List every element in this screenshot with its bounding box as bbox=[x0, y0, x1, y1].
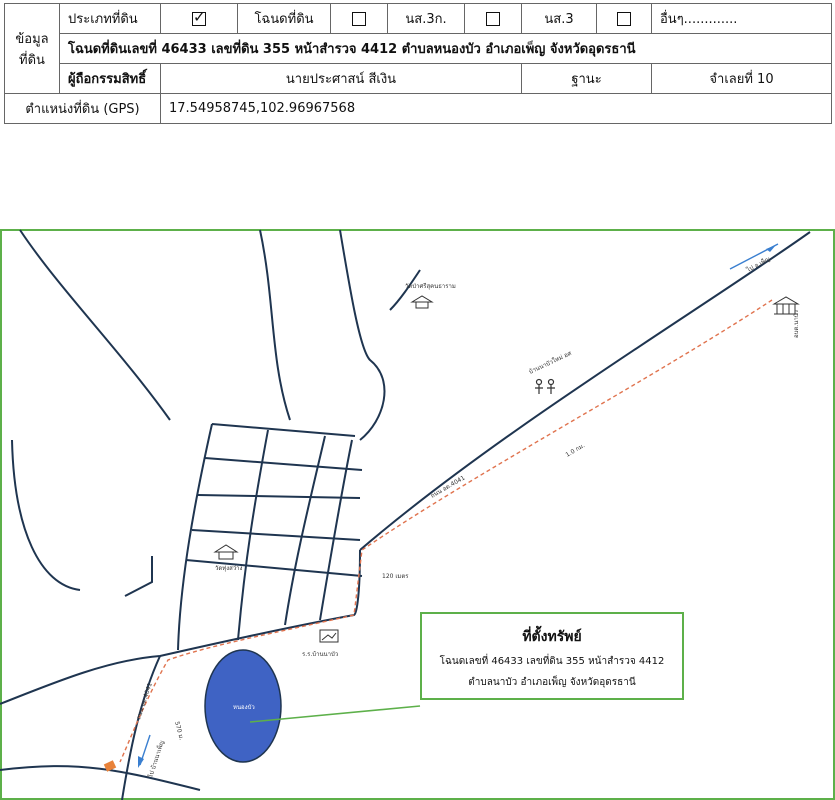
pond-label: หนองบัว bbox=[233, 704, 255, 711]
title-deed-line: โฉนดที่ดินเลขที่ 46433 เลขที่ดิน 355 หน้… bbox=[59, 33, 832, 64]
option-ns3k-label: นส.3ก. bbox=[387, 3, 465, 34]
temple-top-icon bbox=[410, 295, 434, 309]
checkbox-ns3[interactable] bbox=[486, 11, 500, 26]
gps-label: ตำแหน่งที่ดิน (GPS) bbox=[4, 93, 161, 124]
road-south-west bbox=[0, 614, 355, 705]
village-label: บ้านนาบัวใหม่ อศ bbox=[527, 349, 572, 376]
direction-top-label: ไป อ.เพ็ญ bbox=[744, 254, 772, 274]
temple-top-label: วัดป่าศรีสุคนธาราม bbox=[405, 282, 456, 290]
distance-1-label: 1.0 กม. bbox=[565, 442, 587, 459]
direction-bottom-label: ไป บ้านนาเพ็ญ bbox=[145, 739, 166, 779]
property-location-callout: ที่ตั้งทรัพย์ โฉนดเลขที่ 46433 เลขที่ดิน… bbox=[420, 612, 684, 700]
status-label: ฐานะ bbox=[521, 63, 652, 94]
temple-mid-label: วัดทุ่งสว่าง bbox=[215, 565, 243, 572]
road-1-label: ถนน อด.4041 bbox=[430, 474, 467, 499]
school-label: ร.ร.บ้านนาบัว bbox=[302, 651, 338, 658]
callout-line-1: โฉนดเลขที่ 46433 เลขที่ดิน 355 หน้าสำรวจ… bbox=[439, 656, 665, 667]
road-upper-left bbox=[19, 229, 171, 421]
road-small-left bbox=[124, 556, 153, 597]
distance-570-label: 570 ม. bbox=[173, 721, 185, 741]
road-bottom-left bbox=[0, 765, 201, 791]
village-people-icon bbox=[535, 378, 555, 394]
owner-label: ผู้ถือกรรมสิทธิ์ bbox=[59, 63, 161, 94]
location-map: วัดป่าศรีสุคนธาราม ไป อ.เพ็ญ อบต.นาบัว บ… bbox=[0, 229, 835, 800]
group-label-2: ที่ดิน bbox=[19, 52, 45, 68]
option-other-label: อื่นๆ............. bbox=[651, 3, 832, 34]
temple-mid-icon bbox=[213, 544, 239, 560]
road-upper-mid bbox=[339, 229, 386, 441]
land-info-table: ข้อมูล ที่ดิน ประเภทที่ดิน โฉนดที่ดิน นส… bbox=[4, 3, 832, 124]
road-upper-mid-left bbox=[259, 229, 291, 421]
callout-title: ที่ตั้งทรัพย์ bbox=[522, 629, 582, 645]
land-type-label: ประเภทที่ดิน bbox=[59, 3, 161, 34]
road-2-label: ถนน อด.4041 bbox=[135, 682, 154, 721]
road-grid-h5 bbox=[185, 559, 363, 577]
gps-value: 17.54958745,102.96967568 bbox=[160, 93, 832, 124]
owner-name: นายประศาสน์ สีเงิน bbox=[160, 63, 522, 94]
road-grid-h3 bbox=[197, 494, 361, 499]
office-label: อบต.นาบัว bbox=[793, 310, 800, 338]
checkbox-chanote[interactable] bbox=[192, 8, 206, 26]
road-grid-h1 bbox=[211, 423, 356, 437]
land-info-group-cell: ข้อมูล ที่ดิน bbox=[4, 3, 60, 94]
status-value: จำเลยที่ 10 bbox=[651, 63, 832, 94]
road-grid-h2 bbox=[204, 457, 363, 471]
option-chanote-label: โฉนดที่ดิน bbox=[237, 3, 331, 34]
arrow-head-top bbox=[766, 245, 776, 252]
group-label-1: ข้อมูล bbox=[15, 31, 49, 47]
callout-line-2: ตำบลนาบัว อำเภอเพ็ญ จังหวัดอุดรธานี bbox=[468, 677, 636, 688]
option-ns3-label: นส.3 bbox=[521, 3, 597, 34]
checkbox-other[interactable] bbox=[617, 11, 631, 26]
school-icon bbox=[319, 629, 339, 643]
road-network bbox=[0, 229, 811, 800]
distance-120-label: 120 เมตร bbox=[382, 573, 409, 580]
road-main-ne bbox=[359, 231, 811, 551]
checkbox-ns3k[interactable] bbox=[352, 11, 366, 26]
road-far-left bbox=[11, 439, 81, 591]
